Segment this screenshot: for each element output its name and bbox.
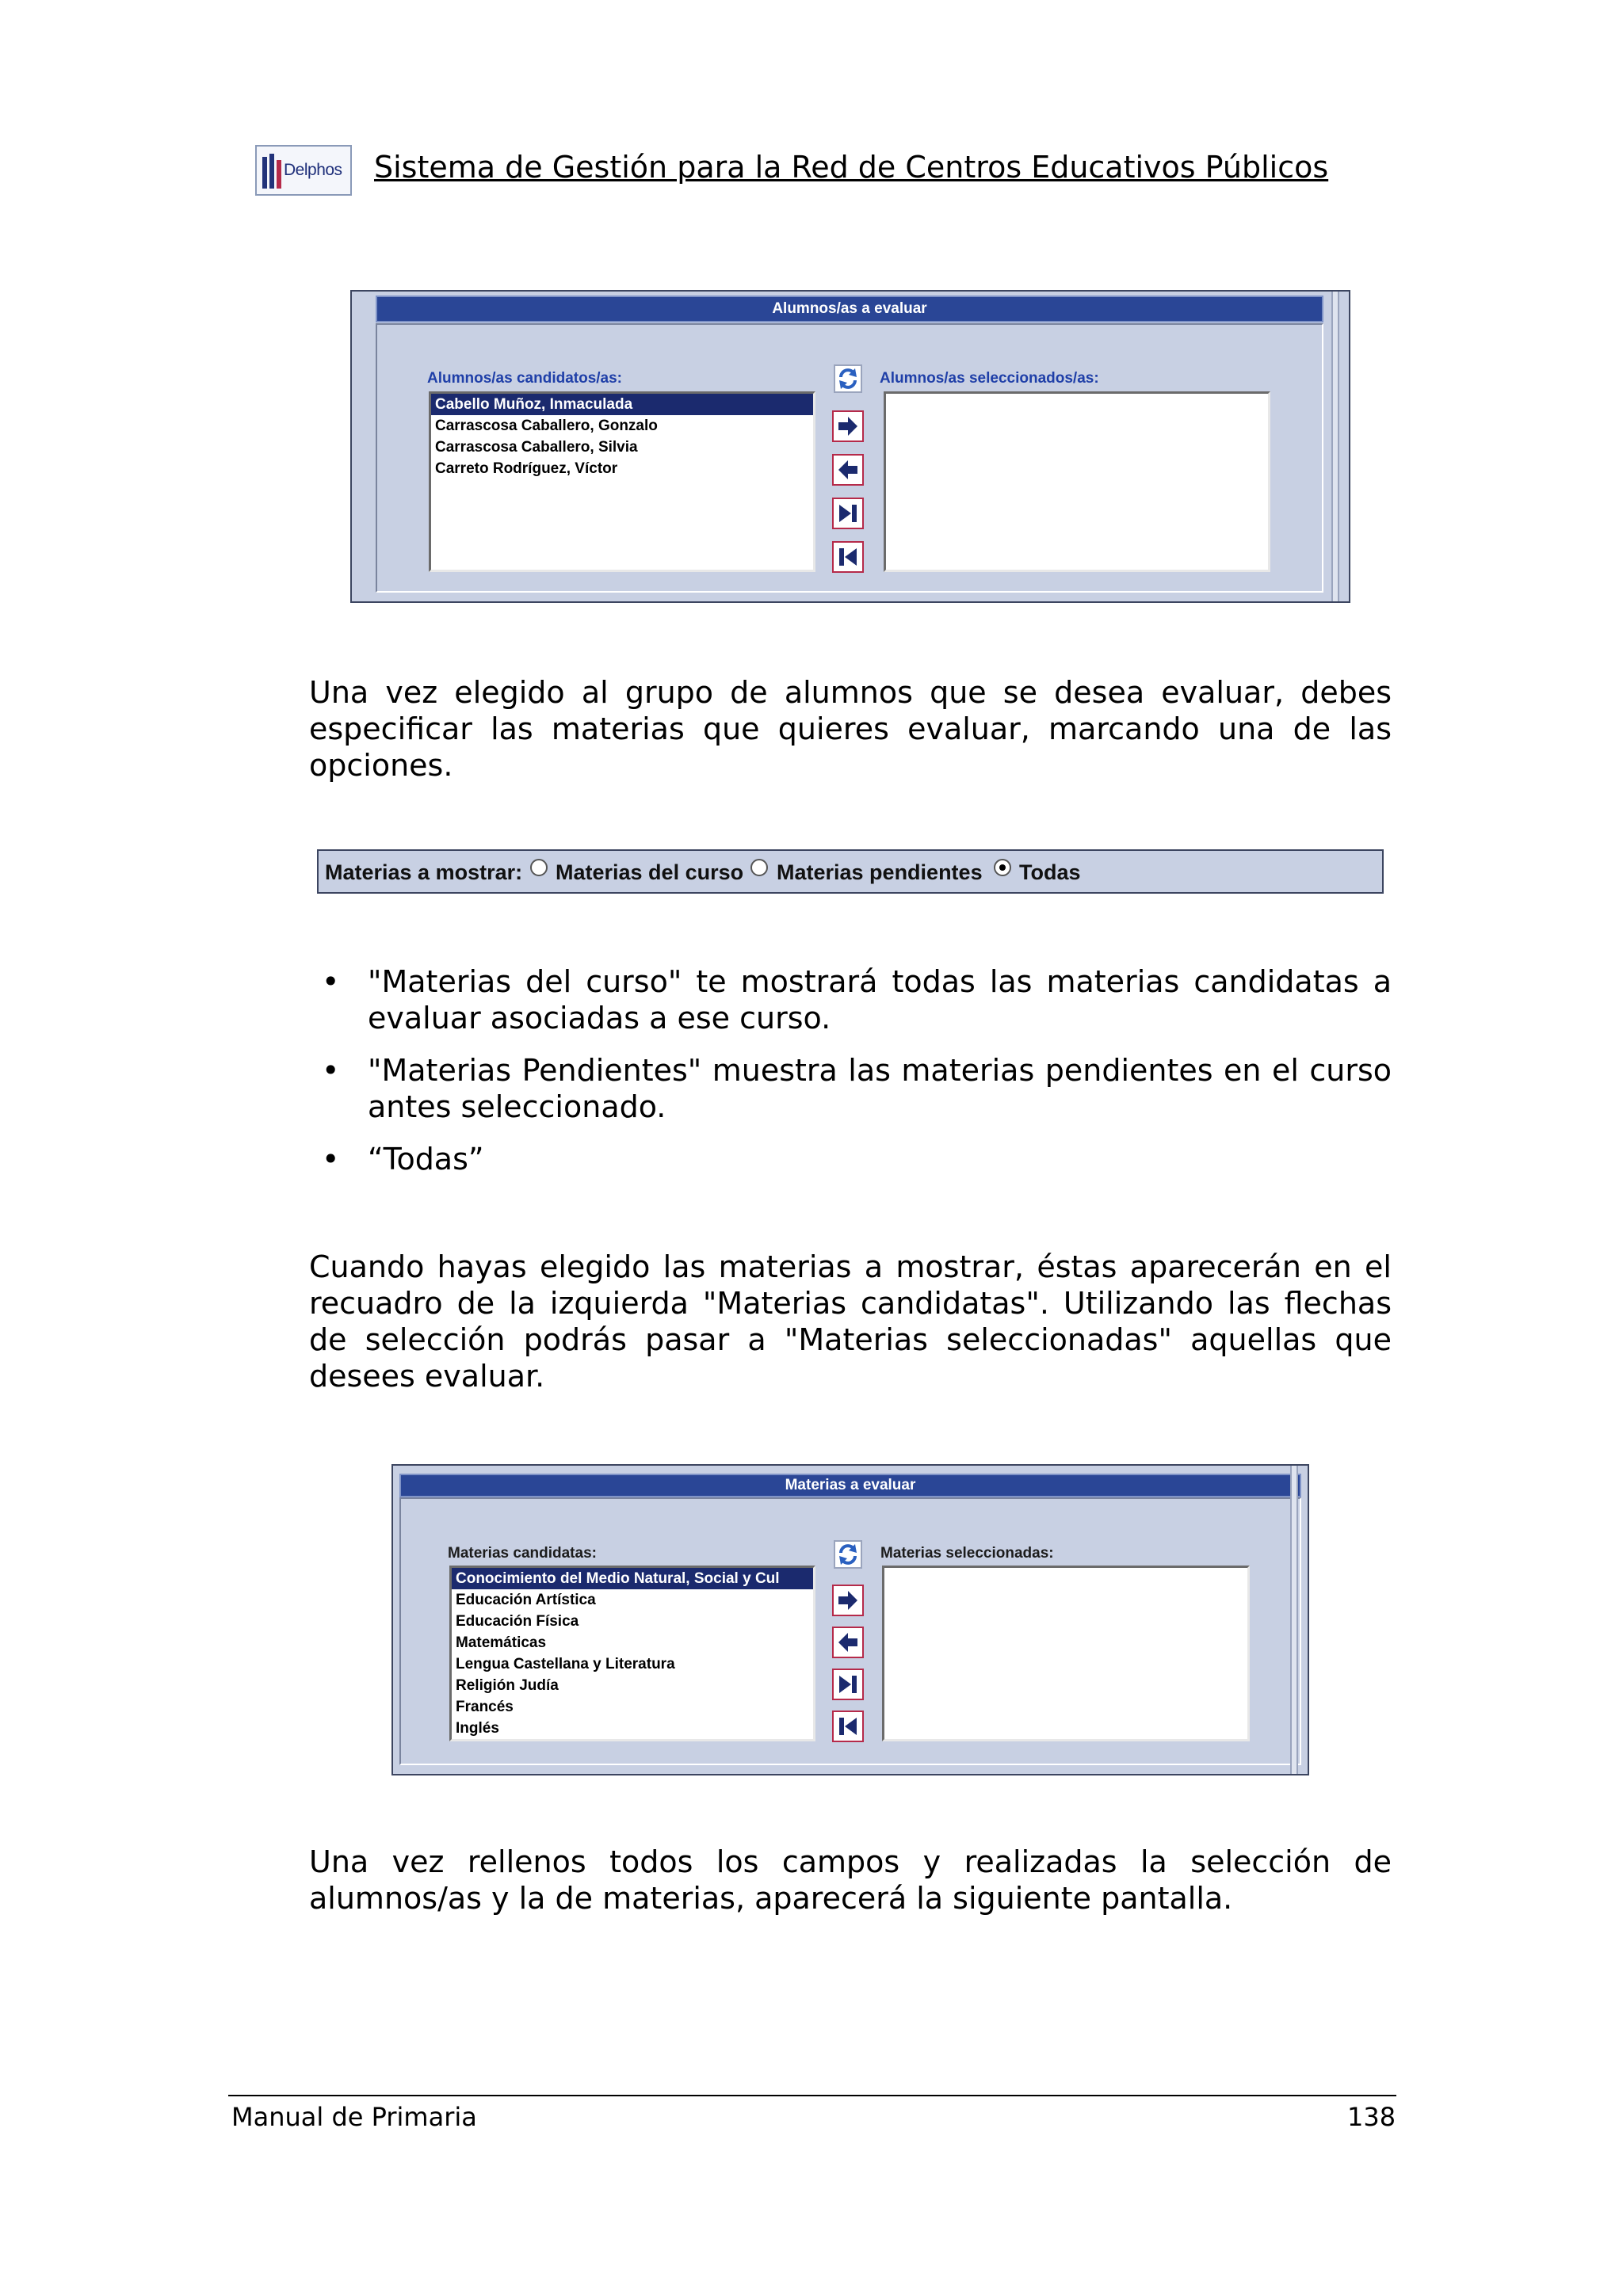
refresh-icon[interactable] [834,364,862,393]
add-selected-button[interactable] [832,410,864,442]
subjects-panel: Materias a evaluar Materias candidatas: … [391,1464,1309,1775]
bullet-icon: • [322,1142,340,1177]
arrow-left-icon [838,460,857,479]
remove-all-button[interactable] [832,541,864,573]
list-item[interactable]: Educación Artística [452,1589,813,1611]
list-item: • “Todas” [322,1142,484,1177]
move-all-right-icon [839,1676,857,1693]
list-item: • "Materias del curso" te mostrará todas … [322,964,1392,1035]
move-all-left-icon [839,548,857,566]
remove-selected-button[interactable] [832,454,864,486]
radio-materias-curso[interactable] [530,859,548,876]
options-bullet-list: • "Materias del curso" te mostrará todas … [309,963,1392,1193]
footer-divider [228,2095,1396,2096]
students-candidates-list[interactable]: Cabello Muñoz, Inmaculada Carrascosa Caba… [429,391,815,572]
remove-selected-button[interactable] [832,1627,864,1658]
list-item[interactable]: Carrascosa Caballero, Gonzalo [431,415,813,437]
bullet-icon: • [322,964,340,999]
students-selected-list[interactable] [884,391,1270,572]
paragraph-next-screen: Una vez rellenos todos los campos y real… [309,1844,1392,1916]
bullet-icon: • [322,1053,340,1088]
logo-columns-icon [262,154,281,189]
list-item[interactable]: Religión Judía [452,1675,813,1696]
remove-all-button[interactable] [832,1711,864,1742]
list-item[interactable]: Carreto Rodríguez, Víctor [431,458,813,479]
arrow-right-icon [838,1591,857,1610]
refresh-icon[interactable] [834,1540,862,1569]
subjects-selected-label: Materias seleccionadas: [880,1545,1054,1562]
page-number: 138 [1347,2102,1396,2132]
paragraph-select-subjects: Una vez elegido al grupo de alumnos que … [309,675,1392,783]
radio-label-materias-pendientes[interactable]: Materias pendientes [777,860,983,885]
subjects-candidates-label: Materias candidatas: [448,1545,597,1562]
add-all-button[interactable] [832,1669,864,1700]
subjects-filter-bar: Materias a mostrar: Materias del curso M… [317,849,1384,894]
add-all-button[interactable] [832,498,864,529]
list-item[interactable]: Educación Física [452,1611,813,1632]
page-header-title: Sistema de Gestión para la Red de Centro… [374,150,1329,185]
list-item[interactable]: Inglés [452,1718,813,1739]
radio-todas[interactable] [994,859,1011,876]
subjects-filter-label: Materias a mostrar: [325,860,523,884]
footer-manual-title: Manual de Primaria [231,2102,477,2132]
list-item[interactable]: Matemáticas [452,1632,813,1653]
radio-label-materias-curso[interactable]: Materias del curso [556,860,743,885]
move-all-left-icon [839,1718,857,1735]
list-item[interactable]: Carrascosa Caballero, Silvia [431,437,813,458]
radio-label-todas[interactable]: Todas [1019,860,1081,885]
subjects-panel-title: Materias a evaluar [399,1474,1301,1497]
add-selected-button[interactable] [832,1585,864,1616]
radio-materias-pendientes[interactable] [750,859,768,876]
students-selected-label: Alumnos/as seleccionados/as: [880,370,1099,387]
list-item[interactable]: Conocimiento del Medio Natural, Social y… [452,1568,813,1589]
list-item[interactable]: Cabello Muñoz, Inmaculada [431,394,813,415]
subjects-candidates-list[interactable]: Conocimiento del Medio Natural, Social y… [449,1566,815,1741]
list-item[interactable]: Francés [452,1696,813,1718]
arrow-left-icon [838,1633,857,1652]
students-candidates-label: Alumnos/as candidatos/as: [427,370,623,387]
logo-text: Delphos [284,161,342,179]
list-item: • "Materias Pendientes" muestra las mater… [322,1053,1392,1124]
list-item[interactable]: Lengua Castellana y Literatura [452,1653,813,1675]
delphos-logo: Delphos [255,145,352,196]
students-panel: Alumnos/as a evaluar Alumnos/as candidat… [350,290,1350,603]
students-panel-title: Alumnos/as a evaluar [376,296,1323,322]
arrow-right-icon [838,417,857,436]
paragraph-candidate-subjects: Cuando hayas elegido las materias a most… [309,1249,1392,1394]
subjects-selected-list[interactable] [882,1566,1250,1741]
move-all-right-icon [839,505,857,522]
